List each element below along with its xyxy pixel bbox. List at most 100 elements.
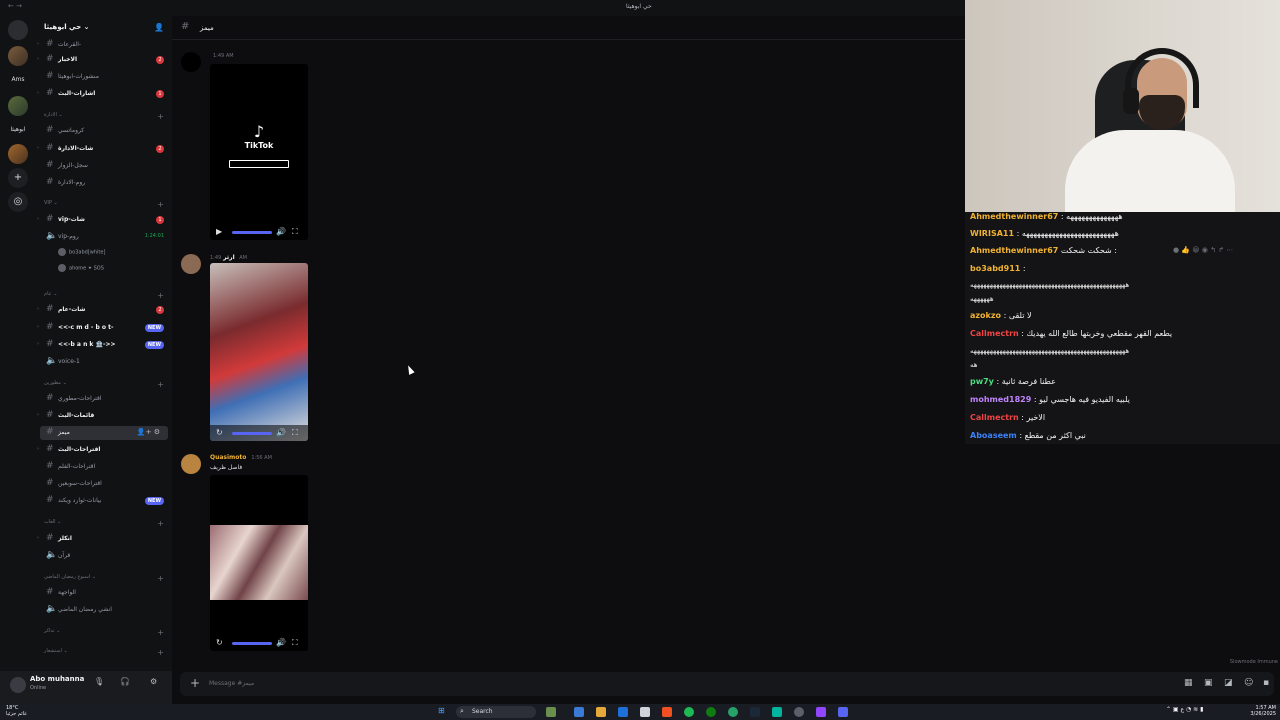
play-icon[interactable]: ▶: [216, 227, 222, 236]
fullscreen-icon[interactable]: ⛶: [292, 227, 298, 237]
emoji-icon[interactable]: ☺: [1244, 678, 1253, 688]
edge-icon[interactable]: [618, 707, 628, 717]
progress-bar[interactable]: [232, 231, 272, 234]
channel-category[interactable]: مطورين ⌄ +: [44, 380, 168, 392]
discover-icon[interactable]: ◎: [8, 192, 28, 212]
channel-category[interactable]: استشعار ⌄ +: [44, 648, 168, 660]
message-author[interactable]: ارثر: [223, 254, 235, 261]
fullscreen-icon[interactable]: ⛶: [292, 638, 298, 648]
avatar[interactable]: [10, 677, 26, 693]
volume-icon[interactable]: 🔊: [276, 638, 286, 647]
channel-item[interactable]: # روم-الادارة: [36, 176, 172, 190]
taskbar-search[interactable]: ⌕ Search: [456, 706, 536, 718]
channel-category[interactable]: العاب ⌄ +: [44, 519, 168, 531]
add-channel-icon[interactable]: +: [157, 628, 164, 637]
settings-gear-icon[interactable]: ⚙: [150, 677, 157, 686]
add-channel-icon[interactable]: +: [157, 200, 164, 209]
server-icon[interactable]: [8, 96, 28, 116]
add-channel-icon[interactable]: +: [157, 519, 164, 528]
message-actions[interactable]: ● 👍 😀 ◉ ↰ ↱ ⋯: [1173, 246, 1233, 254]
channel-item[interactable]: # اقتراحات-الفلم: [36, 460, 172, 474]
clock[interactable]: 1:57 AM 3/26/2025: [1250, 705, 1276, 717]
gif-icon[interactable]: ▣: [1204, 678, 1213, 688]
twitch-icon[interactable]: [816, 707, 826, 717]
channel-item[interactable]: # ميمز 👤+ ⚙: [40, 426, 168, 440]
direct-messages-icon[interactable]: [8, 20, 28, 40]
copilot-icon[interactable]: [574, 707, 584, 717]
channel-item[interactable]: › # شات-الادارة 2: [36, 142, 172, 156]
video-embed[interactable]: ♪ TikTok ▶ 🔊 ⛶: [210, 64, 308, 240]
add-channel-icon[interactable]: +: [157, 574, 164, 583]
fullscreen-icon[interactable]: ⛶: [292, 428, 298, 438]
video-embed[interactable]: ↻ 🔊 ⛶: [210, 263, 308, 441]
replay-icon[interactable]: ↻: [216, 638, 223, 647]
channel-item[interactable]: › # اقتراحات-البث: [36, 443, 172, 457]
channel-category[interactable]: الادارة ⌄ +: [44, 112, 168, 124]
progress-bar[interactable]: [232, 432, 272, 435]
channel-item[interactable]: # كروماتسي: [36, 124, 172, 138]
channel-item[interactable]: › # القرعات-: [36, 38, 172, 52]
add-channel-icon[interactable]: +: [157, 648, 164, 657]
message-author[interactable]: Quasimoto: [210, 454, 246, 461]
invite-icon[interactable]: 👤: [154, 23, 164, 32]
channel-item[interactable]: › # الاخبار 2: [36, 53, 172, 67]
volume-icon[interactable]: 🔊: [276, 428, 286, 437]
channel-item[interactable]: 🔈 قرآن: [36, 549, 172, 563]
channel-item[interactable]: 🔈 voice-1: [36, 355, 172, 369]
replay-icon[interactable]: ↻: [216, 428, 223, 437]
volume-icon[interactable]: 🔊: [276, 227, 286, 236]
channel-item[interactable]: # اقتراحات-مطوري: [36, 392, 172, 406]
message-composer[interactable]: + Message #ميمز ▦ ▣ ◪ ☺ ▪: [180, 672, 1274, 696]
file-explorer-icon[interactable]: [596, 707, 606, 717]
widgets-icon[interactable]: [546, 707, 556, 717]
channel-item[interactable]: 🔈 vip-روم 1:24:01: [36, 230, 172, 244]
spotify-icon[interactable]: [684, 707, 694, 717]
channel-item[interactable]: › # شات-عام 2: [36, 303, 172, 317]
channel-item[interactable]: › # انكلز: [36, 532, 172, 546]
discord-icon[interactable]: [838, 707, 848, 717]
windows-start-icon[interactable]: ⊞: [438, 706, 445, 715]
channel-item[interactable]: › # <<-b a n k 🏦->> NEW: [36, 338, 172, 352]
channel-item[interactable]: › # قائمات-البث: [36, 409, 172, 423]
steam-icon[interactable]: [750, 707, 760, 717]
voice-user[interactable]: bo3abd[white]: [58, 248, 105, 260]
app-icon[interactable]: [728, 707, 738, 717]
app-icon[interactable]: [794, 707, 804, 717]
channel-item[interactable]: # منشورات-ابوهيثا: [36, 70, 172, 84]
server-name[interactable]: حي ابوهيثا ⌄ 👤: [44, 23, 164, 35]
avatar[interactable]: [181, 254, 201, 274]
back-arrow-icon[interactable]: ← →: [8, 2, 22, 10]
add-server-icon[interactable]: +: [8, 168, 28, 188]
server-icon[interactable]: [8, 46, 28, 66]
apps-icon[interactable]: ▪: [1263, 678, 1269, 688]
voice-user[interactable]: ahome ✦ SOS: [58, 264, 104, 276]
headphones-icon[interactable]: 🎧: [120, 677, 130, 686]
gift-icon[interactable]: ▦: [1184, 678, 1193, 688]
xbox-icon[interactable]: [706, 707, 716, 717]
avatar[interactable]: [181, 454, 201, 474]
sticker-icon[interactable]: ◪: [1224, 678, 1233, 688]
add-channel-icon[interactable]: +: [157, 291, 164, 300]
channel-item[interactable]: # سجل-الزوار: [36, 159, 172, 173]
channel-settings-icon[interactable]: 👤+ ⚙: [137, 428, 160, 436]
weather-widget[interactable]: 18°C غائم جزئيا: [6, 705, 27, 717]
channel-item[interactable]: › # vip-شات 1: [36, 213, 172, 227]
server-icon[interactable]: [8, 144, 28, 164]
channel-item[interactable]: # اقتراحات-سوبعين: [36, 477, 172, 491]
app-icon[interactable]: [772, 707, 782, 717]
avatar[interactable]: [181, 52, 201, 72]
message-input[interactable]: Message #ميمز: [209, 680, 254, 687]
channel-item[interactable]: 🔈 انشي رمضان الماضي: [36, 603, 172, 617]
tray-icons[interactable]: ⌃ ▣ ع ◔ ≋ ▮: [1166, 706, 1203, 713]
attach-plus-icon[interactable]: +: [190, 676, 200, 690]
store-icon[interactable]: [640, 707, 650, 717]
add-channel-icon[interactable]: +: [157, 380, 164, 389]
add-channel-icon[interactable]: +: [157, 112, 164, 121]
brave-icon[interactable]: [662, 707, 672, 717]
progress-bar[interactable]: [232, 642, 272, 645]
channel-category[interactable]: تذاكر ⌄ +: [44, 628, 168, 640]
microphone-icon[interactable]: 🎙: [94, 677, 104, 686]
channel-item[interactable]: › # <<-c m d - b o t- NEW: [36, 321, 172, 335]
channel-category[interactable]: VIP ⌄ +: [44, 200, 168, 212]
channel-item[interactable]: › # اشارات-البث 1: [36, 87, 172, 101]
